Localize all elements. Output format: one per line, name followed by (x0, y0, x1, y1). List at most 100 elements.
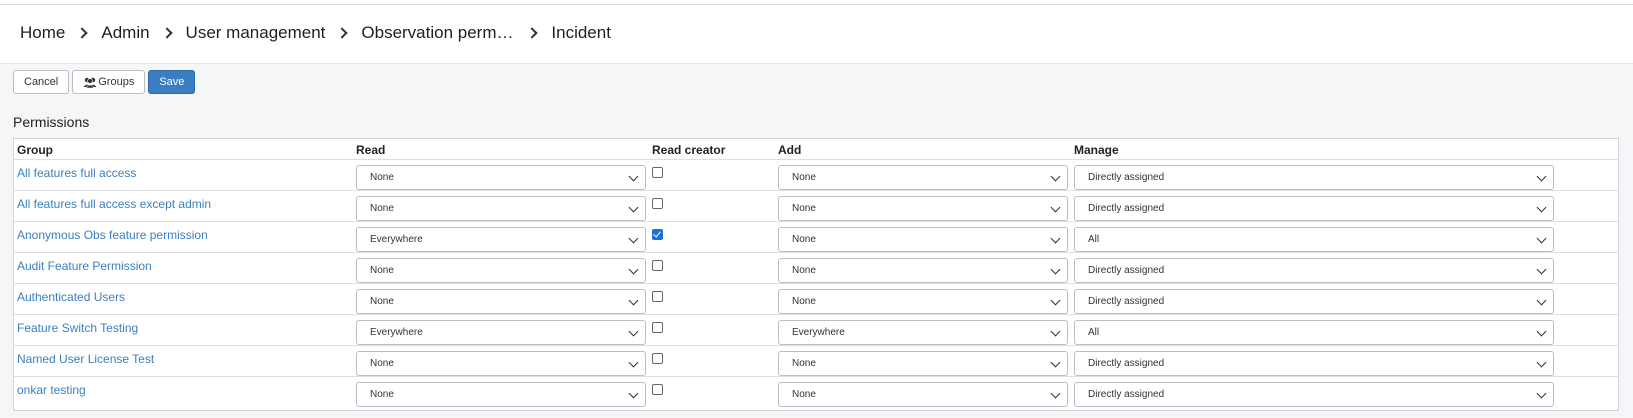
add-select[interactable]: None (778, 382, 1068, 407)
read-select-value: Everywhere (370, 327, 423, 338)
chevron-down-icon (628, 202, 639, 213)
read-select[interactable]: None (356, 351, 646, 376)
groups-button-label: Groups (98, 76, 135, 88)
manage-select[interactable]: All (1074, 320, 1554, 345)
chevron-down-icon (628, 264, 639, 275)
chevron-down-icon (628, 388, 639, 399)
save-button[interactable]: Save (148, 70, 196, 94)
chevron-down-icon (628, 326, 639, 337)
read-select[interactable]: Everywhere (356, 320, 646, 345)
manage-select-value: All (1088, 327, 1100, 338)
read-creator-checkbox[interactable] (652, 353, 663, 364)
chevron-down-icon (1050, 171, 1061, 182)
read-creator-checkbox[interactable] (652, 198, 663, 209)
breadcrumb-user-management[interactable]: User management (186, 23, 326, 43)
chevron-down-icon (1050, 388, 1061, 399)
chevron-down-icon (1050, 233, 1061, 244)
add-select-value: None (792, 234, 816, 245)
read-select[interactable]: None (356, 196, 646, 221)
table-header: Group Read Read creator Add Manage (14, 139, 1618, 160)
chevron-down-icon (1536, 202, 1547, 213)
column-header-manage: Manage (1074, 143, 1119, 157)
manage-select[interactable]: Directly assigned (1074, 289, 1554, 314)
chevron-down-icon (1536, 264, 1547, 275)
column-header-read: Read (356, 143, 386, 157)
read-creator-checkbox[interactable] (652, 260, 663, 271)
manage-select-value: Directly assigned (1088, 358, 1165, 369)
read-select[interactable]: None (356, 258, 646, 283)
table-row: onkar testing None None Directly assigned (14, 377, 1618, 408)
chevron-right-icon (521, 25, 545, 41)
group-link[interactable]: All features full access (17, 166, 136, 180)
read-select-value: None (370, 389, 394, 400)
chevron-down-icon (1050, 295, 1061, 306)
permissions-table: Group Read Read creator Add Manage All f… (13, 138, 1619, 411)
group-link[interactable]: onkar testing (17, 383, 86, 397)
chevron-down-icon (1536, 171, 1547, 182)
manage-select[interactable]: Directly assigned (1074, 351, 1554, 376)
chevron-down-icon (628, 295, 639, 306)
manage-select-value: Directly assigned (1088, 203, 1165, 214)
group-link[interactable]: Audit Feature Permission (17, 259, 152, 273)
breadcrumb-observation-permissions[interactable]: Observation permissions (361, 23, 515, 43)
read-select[interactable]: None (356, 289, 646, 314)
add-select-value: Everywhere (792, 327, 845, 338)
read-creator-checkbox[interactable] (652, 291, 663, 302)
chevron-right-icon (156, 25, 180, 41)
chevron-down-icon (628, 357, 639, 368)
read-select[interactable]: Everywhere (356, 227, 646, 252)
add-select-value: None (792, 358, 816, 369)
cancel-button[interactable]: Cancel (13, 70, 70, 94)
add-select[interactable]: None (778, 165, 1068, 190)
manage-select[interactable]: Directly assigned (1074, 258, 1554, 283)
read-select[interactable]: None (356, 165, 646, 190)
add-select[interactable]: None (778, 258, 1068, 283)
chevron-down-icon (1050, 357, 1061, 368)
group-link[interactable]: All features full access except admin (17, 197, 211, 211)
group-link[interactable]: Named User License Test (17, 352, 154, 366)
breadcrumb-admin[interactable]: Admin (101, 23, 149, 43)
manage-select[interactable]: Directly assigned (1074, 165, 1554, 190)
read-select-value: None (370, 203, 394, 214)
breadcrumb-incident: Incident (551, 23, 611, 42)
read-select-value: None (370, 296, 394, 307)
group-link[interactable]: Feature Switch Testing (17, 321, 138, 335)
groups-button[interactable]: Groups (72, 70, 146, 94)
manage-select-value: Directly assigned (1088, 296, 1165, 307)
read-select-value: Everywhere (370, 234, 423, 245)
table-row: Feature Switch Testing Everywhere Everywhe… (14, 315, 1618, 346)
manage-select-value: All (1088, 234, 1100, 245)
page-header: Home Admin User management Observation p… (0, 5, 1633, 64)
breadcrumb: Home Admin User management Observation p… (20, 23, 611, 43)
table-row: All features full access except admin Non… (14, 191, 1618, 222)
add-select[interactable]: None (778, 196, 1068, 221)
group-link[interactable]: Anonymous Obs feature permission (17, 228, 208, 242)
add-select-value: None (792, 203, 816, 214)
chevron-down-icon (1536, 357, 1547, 368)
chevron-down-icon (1536, 388, 1547, 399)
read-select[interactable]: None (356, 382, 646, 407)
manage-select[interactable]: Directly assigned (1074, 382, 1554, 407)
add-select[interactable]: None (778, 351, 1068, 376)
manage-select[interactable]: All (1074, 227, 1554, 252)
chevron-down-icon (628, 233, 639, 244)
read-creator-checkbox[interactable] (652, 322, 663, 333)
read-creator-checkbox[interactable] (652, 229, 663, 240)
section-title: Permissions (13, 114, 90, 130)
add-select[interactable]: None (778, 289, 1068, 314)
add-select[interactable]: Everywhere (778, 320, 1068, 345)
breadcrumb-home[interactable]: Home (20, 23, 65, 43)
add-select-value: None (792, 389, 816, 400)
table-row: Anonymous Obs feature permission Everywhe… (14, 222, 1618, 253)
table-row: Authenticated Users None None Directly assi… (14, 284, 1618, 315)
read-select-value: None (370, 265, 394, 276)
manage-select[interactable]: Directly assigned (1074, 196, 1554, 221)
add-select[interactable]: None (778, 227, 1068, 252)
column-header-read-creator: Read creator (652, 143, 726, 157)
read-creator-checkbox[interactable] (652, 167, 663, 178)
chevron-right-icon (331, 25, 355, 41)
manage-select-value: Directly assigned (1088, 389, 1165, 400)
group-link[interactable]: Authenticated Users (17, 290, 125, 304)
column-header-group: Group (17, 143, 53, 157)
read-creator-checkbox[interactable] (652, 384, 663, 395)
